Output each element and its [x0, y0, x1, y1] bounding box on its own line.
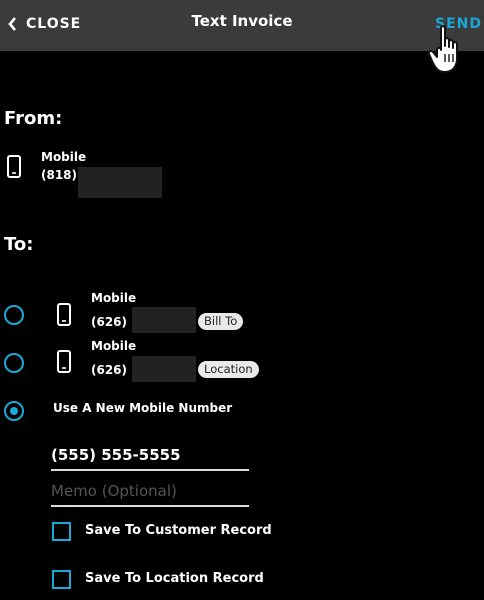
- page-title: Text Invoice: [191, 12, 293, 30]
- new-number-label: Use A New Mobile Number: [53, 401, 233, 415]
- option-contact-number: (626): [91, 315, 128, 329]
- redacted-number: [132, 307, 196, 333]
- option-contact-type: Mobile: [91, 339, 137, 353]
- bill-to-badge: Bill To: [198, 313, 244, 330]
- radio-new-number[interactable]: [4, 401, 24, 421]
- save-to-customer-checkbox[interactable]: [52, 522, 71, 541]
- save-to-location-checkbox[interactable]: [52, 570, 71, 589]
- radio-bill-to[interactable]: [4, 305, 24, 325]
- save-to-location-label: Save To Location Record: [85, 571, 264, 586]
- redacted-number: [78, 167, 162, 198]
- redacted-number: [132, 356, 196, 382]
- from-heading: From:: [4, 108, 63, 129]
- location-badge: Location: [198, 361, 259, 378]
- phone-number-input[interactable]: [51, 441, 249, 471]
- radio-location[interactable]: [4, 353, 24, 373]
- mobile-phone-icon: [57, 350, 71, 373]
- save-to-customer-label: Save To Customer Record: [85, 523, 272, 538]
- top-bar: CLOSE Text Invoice SEND: [0, 0, 484, 51]
- memo-input[interactable]: [51, 477, 249, 507]
- from-contact-type: Mobile: [41, 150, 87, 164]
- to-heading: To:: [4, 234, 34, 255]
- hand-pointer-cursor-icon: [427, 25, 458, 73]
- from-contact-number: (818): [41, 168, 78, 182]
- option-contact-type: Mobile: [91, 291, 137, 305]
- mobile-phone-icon: [57, 303, 71, 326]
- option-contact-number: (626): [91, 363, 128, 377]
- mobile-phone-icon: [7, 155, 21, 178]
